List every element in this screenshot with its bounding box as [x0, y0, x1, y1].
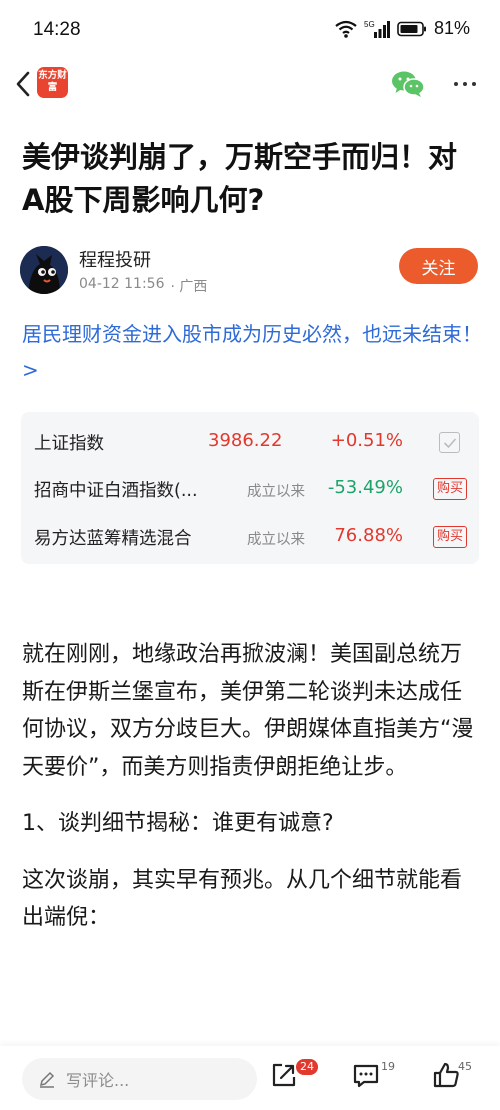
promo-link[interactable]: 居民理财资金进入股市成为历史必然，也远未结束！ >: [22, 316, 482, 388]
share-button[interactable]: [269, 1060, 299, 1096]
article-paragraph: 这次谈崩，其实早有预兆。从几个细节就能看出端倪：: [22, 867, 463, 931]
comment-input[interactable]: 写评论...: [22, 1058, 257, 1100]
article-title: 美伊谈判崩了，万斯空手而归！对A股下周影响几何?: [22, 140, 458, 217]
author-row: 程程投研 04-12 11:56 · 广西 关注: [20, 244, 480, 296]
more-icon: [454, 82, 458, 86]
buy-button[interactable]: 购买: [432, 478, 467, 500]
wechat-share-button[interactable]: [390, 69, 426, 99]
battery-icon: [397, 21, 426, 36]
fund-row[interactable]: 易方达蓝筹精选混合 成立以来 76.88% 购买: [21, 511, 479, 561]
fund-value: 3986.22: [208, 430, 283, 451]
fund-tag: 成立以来: [247, 484, 305, 500]
like-button[interactable]: [431, 1060, 461, 1096]
like-icon: [433, 1062, 459, 1088]
fund-name: 易方达蓝筹精选混合: [34, 529, 192, 549]
article-paragraph: 就在刚刚，地缘政治再掀波澜！美国副总统万斯在伊斯兰堡宣布，美伊第二轮谈判未达成任…: [22, 642, 474, 780]
back-button[interactable]: [10, 67, 36, 101]
battery-percentage: 81%: [433, 18, 470, 38]
wechat-icon: [392, 71, 425, 97]
author-name[interactable]: 程程投研: [79, 246, 151, 272]
share-count-badge: 24: [296, 1059, 318, 1075]
fund-name: 上证指数: [34, 434, 104, 454]
app-logo: 东方财富: [37, 67, 68, 98]
avatar-image: [20, 246, 68, 294]
more-button[interactable]: [449, 70, 481, 98]
back-arrow-icon: [16, 71, 30, 97]
publish-date: 04-12 11:56: [79, 276, 165, 292]
article-body: 就在刚刚，地缘政治再掀波澜！美国副总统万斯在伊斯兰堡宣布，美伊第二轮谈判未达成任…: [22, 636, 482, 956]
svg-text:5G: 5G: [364, 20, 375, 29]
status-bar: 14:28 5G 81%: [0, 0, 500, 62]
fund-name: 招商中证白酒指数(...: [34, 481, 198, 501]
like-count: 45: [458, 1060, 472, 1073]
pencil-icon: [39, 1071, 55, 1088]
check-icon: [443, 437, 456, 448]
wifi-icon: [335, 20, 357, 38]
fund-change: +0.51%: [330, 430, 403, 451]
author-meta: 04-12 11:56 · 广西: [79, 276, 207, 296]
fund-row[interactable]: 上证指数 3986.22 +0.51%: [21, 416, 479, 466]
add-watchlist-checkbox[interactable]: [439, 432, 460, 453]
comment-placeholder: 写评论...: [66, 1071, 130, 1090]
article-section-heading: 1、谈判细节揭秘：谁更有诚意?: [22, 811, 334, 836]
status-icons: 5G 81%: [335, 18, 470, 39]
fund-card: 上证指数 3986.22 +0.51% 招商中证白酒指数(... 成立以来 -5…: [21, 412, 479, 564]
nav-bar: 东方财富: [0, 62, 500, 108]
signal-icon: 5G: [364, 20, 390, 38]
fund-change: -53.49%: [327, 477, 403, 498]
comment-icon: [353, 1064, 379, 1088]
avatar[interactable]: [20, 246, 68, 294]
share-icon: [272, 1063, 296, 1087]
bottom-action-bar: 写评论... 24 19 45: [0, 1046, 500, 1110]
publish-location: · 广西: [170, 279, 208, 295]
fund-tag: 成立以来: [247, 532, 305, 548]
fund-change: 76.88%: [334, 525, 403, 546]
buy-button[interactable]: 购买: [432, 526, 467, 548]
comment-count: 19: [381, 1060, 395, 1073]
comment-button[interactable]: [351, 1060, 381, 1096]
fund-row[interactable]: 招商中证白酒指数(... 成立以来 -53.49% 购买: [21, 463, 479, 513]
follow-button[interactable]: 关注: [399, 248, 478, 284]
status-time: 14:28: [33, 19, 81, 40]
